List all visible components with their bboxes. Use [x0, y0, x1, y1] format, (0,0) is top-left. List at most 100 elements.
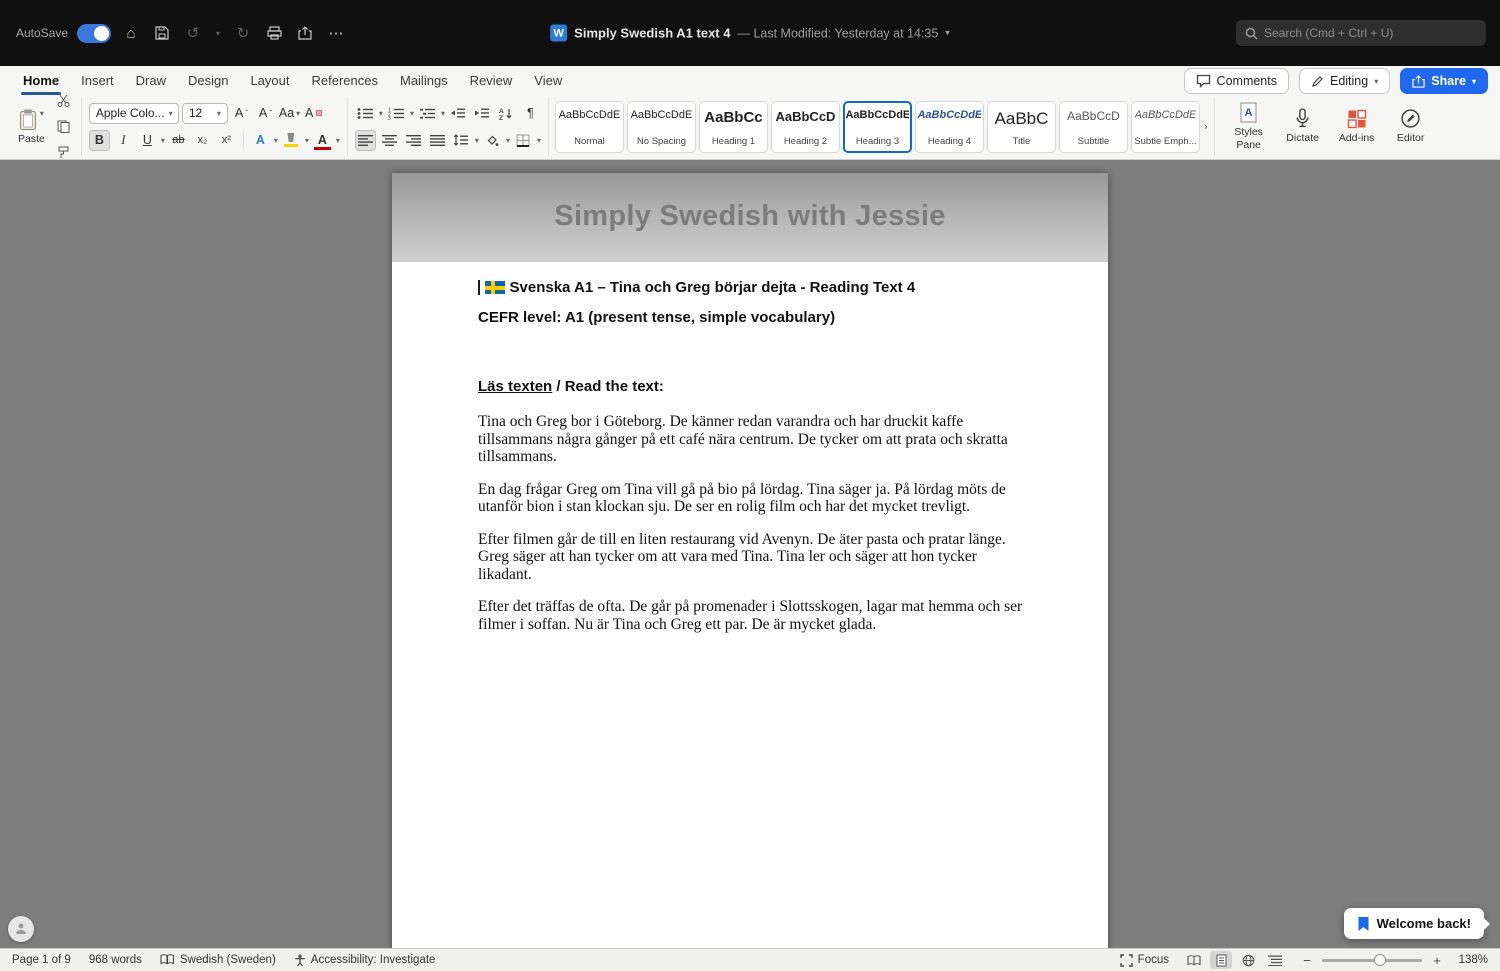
text-effects-button[interactable]: A [250, 130, 271, 151]
zoom-slider-thumb[interactable] [1374, 954, 1386, 966]
highlight-chevron-icon[interactable]: ▾ [305, 136, 309, 145]
shrink-font-button[interactable]: Aˇ [255, 103, 276, 124]
editing-mode-dropdown[interactable]: Editing ▾ [1298, 68, 1391, 94]
bullets-chevron-icon[interactable]: ▾ [379, 109, 383, 118]
undo-chevron-icon[interactable]: ▾ [213, 22, 223, 44]
align-center-button[interactable] [379, 130, 400, 151]
document-body[interactable]: Svenska A1 – Tina och Greg börjar dejta … [478, 279, 1026, 633]
focus-toggle[interactable]: Focus [1119, 953, 1169, 967]
add-ins-button[interactable]: Add-ins [1330, 109, 1384, 144]
align-right-button[interactable] [403, 130, 424, 151]
text-effects-chevron-icon[interactable]: ▾ [274, 136, 278, 145]
print-layout-button[interactable] [1210, 951, 1232, 969]
tab-design[interactable]: Design [177, 66, 239, 96]
redo-icon[interactable]: ↻ [232, 22, 254, 44]
outdent-button[interactable] [448, 103, 469, 124]
style-title[interactable]: AaBbC Title [986, 100, 1056, 153]
styles-gallery-expand-icon[interactable]: › [1204, 121, 1208, 133]
highlight-button[interactable] [281, 130, 302, 151]
accessibility-status[interactable]: Accessibility: Investigate [294, 954, 435, 967]
page-indicator[interactable]: Page 1 of 9 [12, 954, 71, 966]
style-subtle-emphasis[interactable]: AaBbCcDdE Subtle Emph... [1130, 100, 1200, 153]
tab-insert[interactable]: Insert [70, 66, 125, 96]
document-title-bar[interactable]: W Simply Swedish A1 text 4 — Last Modifi… [550, 24, 950, 42]
share-doc-icon[interactable] [294, 22, 316, 44]
tab-layout[interactable]: Layout [239, 66, 300, 96]
tab-mailings[interactable]: Mailings [389, 66, 459, 96]
borders-chevron-icon[interactable]: ▾ [537, 136, 541, 145]
multilevel-list-button[interactable] [417, 103, 438, 124]
save-icon[interactable] [151, 22, 173, 44]
share-button[interactable]: Share ▾ [1400, 68, 1488, 94]
change-case-button[interactable]: Aa ▾ [279, 103, 300, 124]
editor-button[interactable]: Editor [1384, 108, 1438, 144]
web-layout-button[interactable] [1237, 951, 1259, 969]
bullets-button[interactable] [355, 103, 376, 124]
read-mode-button[interactable] [1183, 951, 1205, 969]
style-no-spacing[interactable]: AaBbCcDdE No Spacing [626, 100, 696, 153]
show-formatting-button[interactable]: ¶ [520, 103, 541, 124]
autosave-toggle[interactable] [77, 23, 112, 43]
word-count[interactable]: 968 words [89, 954, 142, 966]
indent-button[interactable] [472, 103, 493, 124]
justify-button[interactable] [427, 130, 448, 151]
style-heading-2[interactable]: AaBbCcD Heading 2 [770, 100, 840, 153]
tab-draw[interactable]: Draw [125, 66, 177, 96]
search-input[interactable] [1264, 26, 1477, 40]
print-icon[interactable] [263, 22, 285, 44]
line-spacing-chevron-icon[interactable]: ▾ [475, 136, 479, 145]
paste-chevron-icon[interactable]: ▾ [40, 109, 44, 118]
welcome-back-toast[interactable]: Welcome back! [1343, 908, 1490, 939]
style-heading-1[interactable]: AaBbCc Heading 1 [698, 100, 768, 153]
tab-view[interactable]: View [523, 66, 573, 96]
line-spacing-button[interactable] [451, 130, 472, 151]
document-area[interactable]: Simply Swedish with Jessie Svenska A1 – … [0, 160, 1500, 948]
multilevel-chevron-icon[interactable]: ▾ [441, 109, 445, 118]
page[interactable]: Simply Swedish with Jessie Svenska A1 – … [392, 173, 1108, 948]
undo-icon[interactable]: ↺ [182, 22, 204, 44]
styles-pane-button[interactable]: A Styles Pane [1222, 102, 1276, 151]
bold-button[interactable]: B [88, 129, 110, 151]
zoom-out-button[interactable]: − [1300, 953, 1314, 968]
numbering-button[interactable]: 123 [386, 103, 407, 124]
numbering-chevron-icon[interactable]: ▾ [410, 109, 414, 118]
font-color-chevron-icon[interactable]: ▾ [336, 136, 340, 145]
font-name-combo[interactable]: Apple Colo... ▾ [88, 102, 179, 124]
home-icon[interactable]: ⌂ [120, 22, 142, 44]
style-heading-3[interactable]: AaBbCcDdE Heading 3 [842, 100, 912, 153]
sort-button[interactable]: AZ [496, 103, 517, 124]
tab-home[interactable]: Home [12, 66, 70, 96]
zoom-level[interactable]: 138% [1452, 954, 1488, 966]
spellcheck-status[interactable]: Swedish (Sweden) [160, 954, 276, 966]
comments-button[interactable]: Comments [1183, 68, 1289, 94]
style-heading-4[interactable]: AaBbCcDdE Heading 4 [914, 100, 984, 153]
outline-view-button[interactable] [1264, 951, 1286, 969]
shading-button[interactable] [482, 130, 503, 151]
dictate-button[interactable]: Dictate [1276, 108, 1330, 144]
assistant-badge[interactable] [8, 916, 34, 942]
strikethrough-button[interactable]: ab [168, 130, 189, 151]
clear-formatting-button[interactable]: A [303, 103, 324, 124]
italic-button[interactable]: I [113, 130, 134, 151]
style-normal[interactable]: AaBbCcDdE Normal [554, 100, 624, 153]
tab-review[interactable]: Review [459, 66, 524, 96]
zoom-slider[interactable] [1322, 954, 1422, 966]
align-left-button[interactable] [354, 129, 376, 151]
grow-font-button[interactable]: Aˆ [231, 103, 252, 124]
font-color-button[interactable]: A [312, 130, 333, 151]
borders-button[interactable] [513, 130, 534, 151]
underline-button[interactable]: U [137, 130, 158, 151]
search-box[interactable] [1236, 20, 1486, 46]
style-subtitle[interactable]: AaBbCcD Subtitle [1058, 100, 1128, 153]
copy-button[interactable] [53, 116, 74, 137]
subscript-button[interactable]: x₂ [192, 130, 213, 151]
zoom-in-button[interactable]: + [1430, 953, 1444, 968]
title-chevron-icon[interactable]: ▾ [945, 28, 950, 39]
tab-references[interactable]: References [301, 66, 389, 96]
font-size-combo[interactable]: 12 ▾ [181, 102, 228, 124]
paste-button[interactable]: ▾ Paste [13, 107, 50, 147]
more-commands-icon[interactable]: ⋯ [325, 22, 347, 44]
shading-chevron-icon[interactable]: ▾ [506, 136, 510, 145]
underline-chevron-icon[interactable]: ▾ [161, 136, 165, 145]
superscript-button[interactable]: x² [216, 130, 237, 151]
